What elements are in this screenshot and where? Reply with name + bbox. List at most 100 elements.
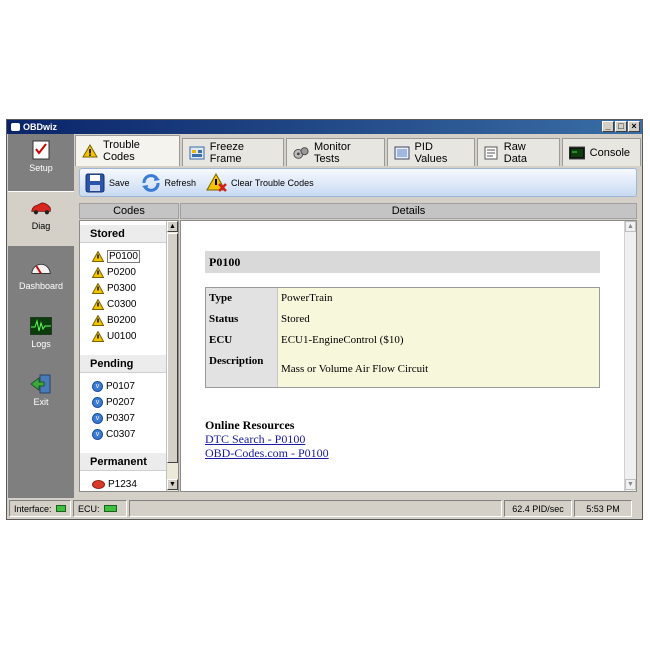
freeze-frame-icon [189, 146, 205, 160]
code-item-stored[interactable]: P0300 [92, 281, 136, 296]
tab-label: PID Values [414, 140, 448, 165]
console-icon [568, 146, 585, 160]
detail-row-type: Type PowerTrain [206, 288, 599, 309]
code-item-stored[interactable]: U0100 [92, 329, 136, 344]
scroll-up-arrow-icon[interactable]: ▲ [167, 221, 178, 232]
raw-data-icon [484, 146, 499, 160]
car-icon [30, 198, 52, 218]
obd-codes-link[interactable]: OBD-Codes.com - P0100 [205, 446, 329, 461]
ecu-status: ECU: [73, 500, 127, 517]
tab-raw-data[interactable]: Raw Data [476, 138, 560, 166]
code-label: U0100 [107, 331, 137, 342]
code-item-stored[interactable]: B0200 [92, 313, 136, 328]
nav-label-exit: Exit [33, 397, 49, 407]
group-header-permanent: Permanent [80, 453, 168, 471]
warning-icon [92, 315, 104, 326]
interface-led-icon [55, 505, 66, 512]
code-item-permanent[interactable]: P1234 [92, 477, 137, 491]
nav-label-diag: Diag [31, 221, 51, 231]
tab-label: Raw Data [503, 140, 527, 165]
checklist-icon [30, 140, 52, 160]
interface-label: Interface: [14, 503, 52, 514]
tab-trouble-codes[interactable]: Trouble Codes [75, 135, 180, 166]
code-item-stored[interactable]: P0200 [92, 265, 136, 280]
detail-row-status: Status Stored [206, 309, 599, 330]
status-message [129, 500, 502, 517]
window-title: OBDwiz [23, 122, 58, 132]
details-pane: P0100 Type PowerTrain Status Stored ECU … [180, 220, 637, 492]
warning-icon [92, 267, 104, 278]
save-button[interactable]: Save [84, 172, 130, 194]
detail-row-description: Description Mass or Volume Air Flow Circ… [206, 351, 599, 387]
code-item-pending[interactable]: v P0207 [92, 395, 135, 410]
nav-label-setup: Setup [29, 163, 53, 173]
app-window: OBDwiz _ □ × Setup Diag Dashboard Logs E… [6, 119, 643, 520]
code-label: P0307 [106, 413, 135, 424]
detail-row-ecu: ECU ECU1-EngineControl ($10) [206, 330, 599, 351]
clock: 5:53 PM [574, 500, 632, 517]
code-label: P0200 [107, 267, 136, 278]
nav-item-exit[interactable]: Exit [8, 368, 74, 424]
tab-monitor-tests[interactable]: Monitor Tests [285, 138, 385, 166]
details-scrollbar[interactable]: ▲ ▼ [624, 221, 636, 491]
warning-icon [92, 331, 104, 342]
detail-value: Mass or Volume Air Flow Circuit [278, 351, 599, 387]
exit-door-icon [30, 374, 52, 394]
tab-pid-values[interactable]: PID Values [386, 138, 475, 166]
clear-trouble-codes-button[interactable]: Clear Trouble Codes [206, 172, 314, 194]
code-label: P0100 [107, 250, 140, 263]
group-header-stored: Stored [80, 225, 168, 243]
interface-status: Interface: [9, 500, 71, 517]
tab-freeze-frame[interactable]: Freeze Frame [181, 138, 284, 166]
pending-chevron-icon: v [92, 429, 103, 440]
ecu-led-icon [103, 505, 117, 512]
refresh-icon [140, 172, 162, 194]
details-header: Details [180, 203, 637, 219]
codes-header: Codes [79, 203, 179, 219]
codes-scrollbar[interactable]: ▲ ▼ [166, 221, 178, 491]
scroll-thumb[interactable] [167, 233, 178, 463]
close-button[interactable]: × [628, 121, 640, 132]
code-label: B0200 [107, 315, 136, 326]
detail-key: Type [206, 288, 278, 309]
detail-code-title: P0100 [205, 251, 600, 273]
tab-bar: Trouble Codes Freeze Frame Monitor Tests… [75, 135, 642, 166]
refresh-label: Refresh [164, 177, 197, 188]
detail-value: Stored [278, 309, 599, 330]
code-item-stored[interactable]: P0100 [92, 249, 140, 264]
nav-item-diag[interactable]: Diag [8, 191, 74, 247]
app-icon [11, 123, 20, 131]
save-label: Save [109, 177, 130, 188]
floppy-disk-icon [84, 172, 106, 194]
nav-item-logs[interactable]: Logs [8, 310, 74, 366]
dtc-search-link[interactable]: DTC Search - P0100 [205, 432, 305, 447]
pending-chevron-icon: v [92, 413, 103, 424]
gauge-icon [30, 258, 52, 278]
maximize-button[interactable]: □ [615, 121, 627, 132]
code-label: P0107 [106, 381, 135, 392]
nav-item-setup[interactable]: Setup [8, 134, 74, 190]
tab-console[interactable]: Console [561, 138, 642, 166]
code-label: P0300 [107, 283, 136, 294]
group-header-pending: Pending [80, 355, 168, 373]
pending-chevron-icon: v [92, 397, 103, 408]
warning-icon [82, 144, 98, 158]
clear-label: Clear Trouble Codes [231, 177, 314, 188]
scroll-down-arrow-icon[interactable]: ▼ [167, 479, 178, 490]
scroll-down-arrow-icon[interactable]: ▼ [625, 479, 636, 490]
refresh-button[interactable]: Refresh [140, 172, 197, 194]
status-bar: Interface: ECU: 62.4 PID/sec 5:53 PM [7, 498, 642, 519]
monitor-tests-icon [293, 146, 309, 160]
scroll-up-arrow-icon[interactable]: ▲ [625, 221, 636, 232]
code-item-pending[interactable]: v P0107 [92, 379, 135, 394]
minimize-button[interactable]: _ [602, 121, 614, 132]
permanent-code-icon [92, 480, 105, 489]
tab-label: Trouble Codes [103, 139, 140, 163]
nav-item-dashboard[interactable]: Dashboard [8, 252, 74, 308]
waveform-icon [30, 316, 52, 336]
code-item-pending[interactable]: v P0307 [92, 411, 135, 426]
codes-list[interactable]: Stored P0100 P0200 P0300 C0300 B0200 U01… [79, 220, 179, 492]
code-item-pending[interactable]: v C0307 [92, 427, 135, 442]
code-item-stored[interactable]: C0300 [92, 297, 136, 312]
code-label: P1234 [108, 479, 137, 490]
